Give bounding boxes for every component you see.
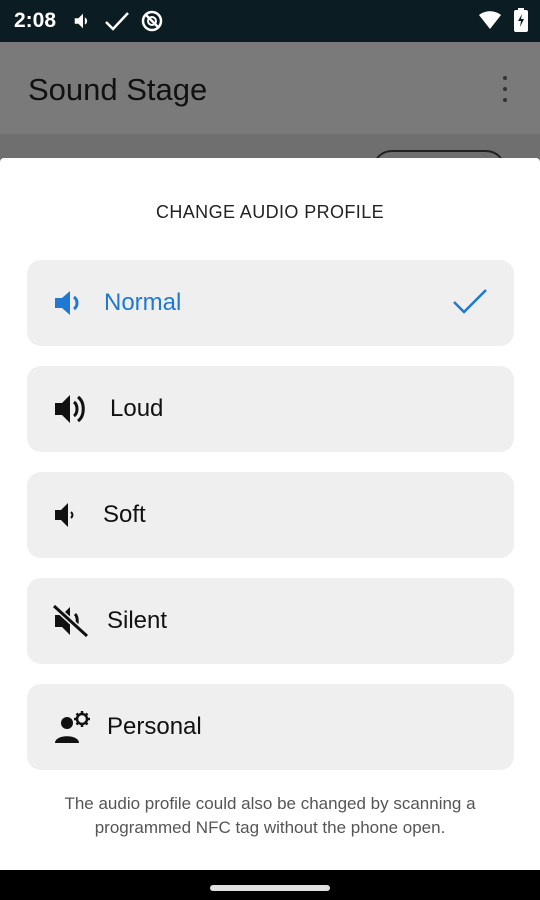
no-sync-icon bbox=[141, 10, 163, 32]
app-title: Sound Stage bbox=[28, 72, 208, 107]
option-personal[interactable]: Personal bbox=[27, 684, 514, 770]
option-normal[interactable]: Normal bbox=[27, 260, 514, 346]
volume-off-icon bbox=[53, 604, 90, 638]
more-vert-icon[interactable] bbox=[500, 74, 510, 104]
option-soft[interactable]: Soft bbox=[27, 472, 514, 558]
audio-profile-sheet: CHANGE AUDIO PROFILE Normal Loud Soft Si… bbox=[0, 158, 540, 870]
volume-loud-icon bbox=[55, 395, 85, 423]
check-icon bbox=[453, 289, 487, 314]
navigation-bar bbox=[0, 870, 540, 900]
status-time: 2:08 bbox=[14, 9, 57, 32]
battery-icon bbox=[514, 8, 528, 32]
person-settings-icon bbox=[55, 711, 90, 743]
option-label: Loud bbox=[110, 395, 164, 422]
wifi-icon bbox=[479, 11, 501, 29]
app-bar: Sound Stage bbox=[0, 42, 540, 134]
volume-icon bbox=[74, 13, 88, 29]
nfc-footnote: The audio profile could also be changed … bbox=[64, 794, 476, 837]
status-system-icons bbox=[478, 8, 528, 32]
status-notification-icons bbox=[72, 9, 164, 33]
option-label: Normal bbox=[104, 289, 182, 316]
option-silent[interactable]: Silent bbox=[27, 578, 514, 664]
volume-normal-icon bbox=[55, 291, 79, 315]
status-bar: 2:08 bbox=[0, 0, 540, 42]
option-label: Silent bbox=[107, 607, 168, 634]
check-icon bbox=[105, 12, 129, 31]
option-label: Soft bbox=[103, 501, 146, 528]
sheet-title: CHANGE AUDIO PROFILE bbox=[155, 202, 385, 222]
option-label: Personal bbox=[107, 713, 202, 740]
home-indicator[interactable] bbox=[210, 885, 330, 891]
volume-soft-icon bbox=[55, 503, 74, 527]
option-loud[interactable]: Loud bbox=[27, 366, 514, 452]
